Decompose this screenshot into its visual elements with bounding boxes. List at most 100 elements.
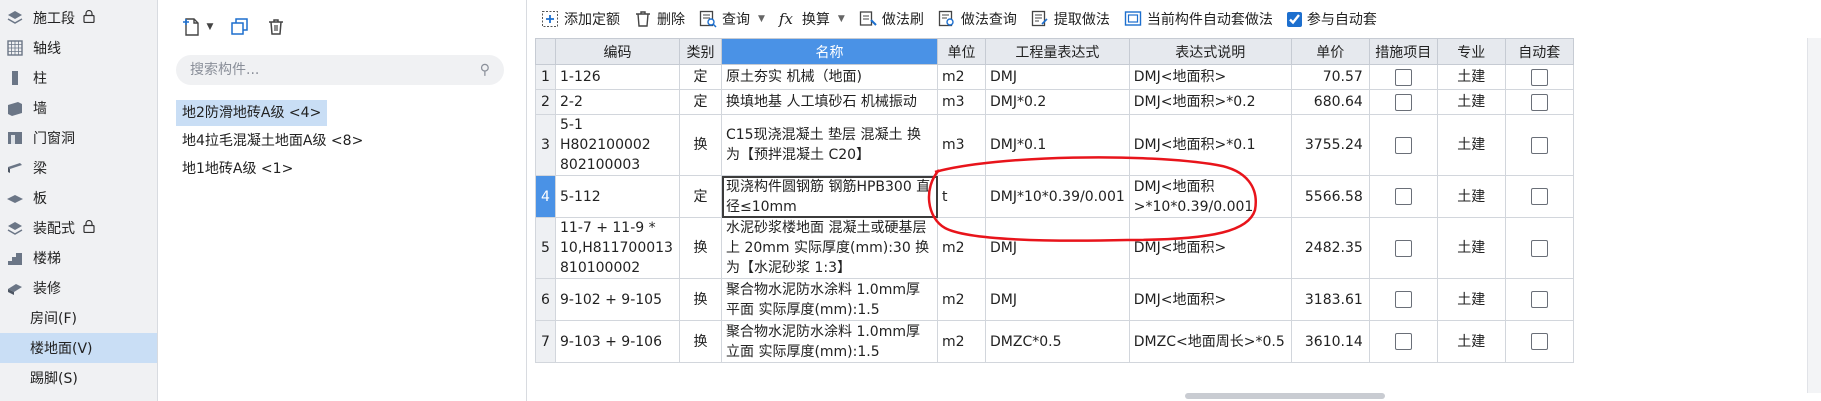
measure-checkbox-cell[interactable] — [1368, 175, 1438, 218]
table-row[interactable]: 4 5-112 定现浇构件圆钢筋 钢筋HPB300 直径≤10mm t DMJ*10*0… — [535, 175, 1574, 218]
expression-desc-cell[interactable]: DMZC<地面周长>*0.5 — [1128, 320, 1292, 363]
sidebar-item[interactable]: 装配式 — [0, 213, 157, 243]
chevron-down-icon[interactable]: ▼ — [838, 14, 845, 24]
query-button[interactable]: 查询 ▼ — [699, 9, 765, 29]
auto-checkbox-cell[interactable] — [1504, 217, 1574, 279]
auto-checkbox-cell[interactable] — [1504, 114, 1574, 176]
auto-checkbox-cell[interactable] — [1504, 64, 1574, 90]
auto-checkbox-cell[interactable] — [1504, 278, 1574, 321]
delete-button[interactable]: 删除 — [634, 9, 685, 29]
name-cell[interactable]: 换填地基 人工填砂石 机械振动 — [721, 89, 938, 115]
expression-cell[interactable]: DMZC*0.5 — [985, 320, 1130, 363]
sidebar-item[interactable]: 墙 — [0, 93, 157, 123]
expression-desc-cell[interactable]: DMJ<地面积> — [1128, 217, 1292, 279]
col-header-expression-desc[interactable]: 表达式说明 — [1128, 38, 1292, 65]
col-header-measure[interactable]: 措施项目 — [1368, 38, 1438, 65]
code-cell[interactable]: 11-7 + 11-9 * 10,H811700013 810100002 — [555, 217, 680, 279]
expression-desc-cell[interactable]: DMJ<地面积>*0.2 — [1128, 89, 1292, 115]
method-query-button[interactable]: 做法查询 — [938, 9, 1017, 29]
auto-checkbox[interactable] — [1530, 291, 1548, 308]
name-cell[interactable]: 原土夯实 机械（地面) — [721, 64, 938, 90]
code-cell[interactable]: 5-1 H802100002 802100003 — [555, 114, 680, 176]
expression-desc-cell[interactable]: DMJ<地面积>*10*0.39/0.001 — [1128, 175, 1292, 218]
measure-checkbox[interactable] — [1394, 291, 1412, 308]
col-header-price[interactable]: 单价 — [1290, 38, 1370, 65]
method-brush-button[interactable]: 做法刷 — [859, 9, 924, 29]
col-header-unit[interactable]: 单位 — [937, 38, 986, 65]
table-row[interactable]: 6 9-102 + 9-105 换聚合物水泥防水涂料 1.0mm厚 平面 实际厚度(… — [535, 278, 1574, 321]
table-row[interactable]: 3 5-1 H802100002 802100003 换 C15现浇混凝土 垫层 混凝… — [535, 114, 1574, 176]
row-number[interactable]: 3 — [535, 114, 556, 176]
code-cell[interactable]: 2-2 — [555, 89, 680, 115]
type-cell[interactable]: 换 — [679, 320, 722, 363]
copy-icon[interactable] — [226, 13, 254, 41]
delete-icon[interactable] — [262, 13, 290, 41]
chevron-down-icon[interactable]: ▼ — [202, 13, 218, 41]
expression-cell[interactable]: DMJ — [985, 278, 1130, 321]
price-cell[interactable]: 3183.61 — [1290, 278, 1370, 321]
table-row[interactable]: 7 9-103 + 9-106 换聚合物水泥防水涂料 1.0mm厚 立面 实际厚度(… — [535, 320, 1574, 363]
col-header-major[interactable]: 专业 — [1436, 38, 1506, 65]
name-cell[interactable]: C15现浇混凝土 垫层 混凝土 换为【预拌混凝土 C20】 — [721, 114, 938, 176]
expression-cell[interactable]: DMJ*10*0.39/0.001 — [985, 175, 1130, 218]
row-number[interactable]: 6 — [535, 278, 556, 321]
code-cell[interactable]: 9-103 + 9-106 — [555, 320, 680, 363]
search-icon[interactable]: ⚲ — [480, 62, 490, 78]
component-search[interactable]: ⚲ — [176, 55, 504, 85]
expression-desc-cell[interactable]: DMJ<地面积> — [1128, 64, 1292, 90]
table-row[interactable]: 2 2-2 定换填地基 人工填砂石 机械振动 m3 DMJ*0.2 DMJ<地面积>*0.… — [535, 89, 1574, 115]
name-cell[interactable]: 聚合物水泥防水涂料 1.0mm厚 立面 实际厚度(mm):1.5 — [721, 320, 938, 363]
sidebar-item[interactable]: 板 — [0, 183, 157, 213]
measure-checkbox-cell[interactable] — [1368, 320, 1438, 363]
col-header-type[interactable]: 类别 — [679, 38, 722, 65]
type-cell[interactable]: 定 — [679, 64, 722, 90]
price-cell[interactable]: 3755.24 — [1290, 114, 1370, 176]
major-cell[interactable]: 土建 — [1436, 64, 1506, 90]
auto-checkbox[interactable] — [1530, 333, 1548, 350]
measure-checkbox-cell[interactable] — [1368, 278, 1438, 321]
measure-checkbox-cell[interactable] — [1368, 217, 1438, 279]
measure-checkbox[interactable] — [1394, 136, 1412, 154]
join-auto-check[interactable] — [1286, 11, 1302, 27]
auto-method-button[interactable]: 当前构件自动套做法 — [1124, 9, 1273, 29]
type-cell[interactable]: 定 — [679, 89, 722, 115]
major-cell[interactable]: 土建 — [1436, 175, 1506, 218]
sidebar-item[interactable]: 梁 — [0, 153, 157, 183]
sidebar-item[interactable]: 柱 — [0, 63, 157, 93]
unit-cell[interactable]: m2 — [937, 278, 986, 321]
component-list-item[interactable]: 地1地砖A级 <1> — [176, 156, 299, 182]
sidebar-item[interactable]: 装修 — [0, 273, 157, 303]
price-cell[interactable]: 2482.35 — [1290, 217, 1370, 279]
major-cell[interactable]: 土建 — [1436, 320, 1506, 363]
major-cell[interactable]: 土建 — [1436, 217, 1506, 279]
expression-cell[interactable]: DMJ*0.1 — [985, 114, 1130, 176]
type-cell[interactable]: 换 — [679, 114, 722, 176]
auto-checkbox-cell[interactable] — [1504, 320, 1574, 363]
unit-cell[interactable]: m3 — [937, 114, 986, 176]
name-cell[interactable]: 聚合物水泥防水涂料 1.0mm厚 平面 实际厚度(mm):1.5 — [721, 278, 938, 321]
add-quota-button[interactable]: 添加定额 — [541, 9, 620, 29]
expression-desc-cell[interactable]: DMJ<地面积>*0.1 — [1128, 114, 1292, 176]
sidebar-item[interactable]: 踢脚(S) — [0, 363, 157, 393]
sidebar-item[interactable]: 施工段 — [0, 3, 157, 33]
table-row[interactable]: 5 11-7 + 11-9 * 10,H811700013 810100002 换水… — [535, 217, 1574, 279]
code-cell[interactable]: 1-126 — [555, 64, 680, 90]
unit-cell[interactable]: m2 — [937, 320, 986, 363]
expression-cell[interactable]: DMJ*0.2 — [985, 89, 1130, 115]
auto-checkbox[interactable] — [1530, 68, 1548, 86]
auto-checkbox-cell[interactable] — [1504, 89, 1574, 115]
extract-method-button[interactable]: 提取做法 — [1031, 9, 1110, 29]
row-number[interactable]: 4 — [535, 175, 556, 218]
expression-cell[interactable]: DMJ — [985, 64, 1130, 90]
type-cell[interactable]: 换 — [679, 278, 722, 321]
auto-checkbox[interactable] — [1530, 239, 1548, 257]
chevron-down-icon[interactable]: ▼ — [758, 14, 765, 24]
unit-cell[interactable]: m3 — [937, 89, 986, 115]
unit-cell[interactable]: m2 — [937, 64, 986, 90]
join-auto-checkbox[interactable]: 参与自动套 — [1286, 9, 1377, 29]
major-cell[interactable]: 土建 — [1436, 278, 1506, 321]
code-cell[interactable]: 9-102 + 9-105 — [555, 278, 680, 321]
measure-checkbox[interactable] — [1394, 93, 1412, 111]
sidebar-item[interactable]: 轴线 — [0, 33, 157, 63]
row-number[interactable]: 5 — [535, 217, 556, 279]
